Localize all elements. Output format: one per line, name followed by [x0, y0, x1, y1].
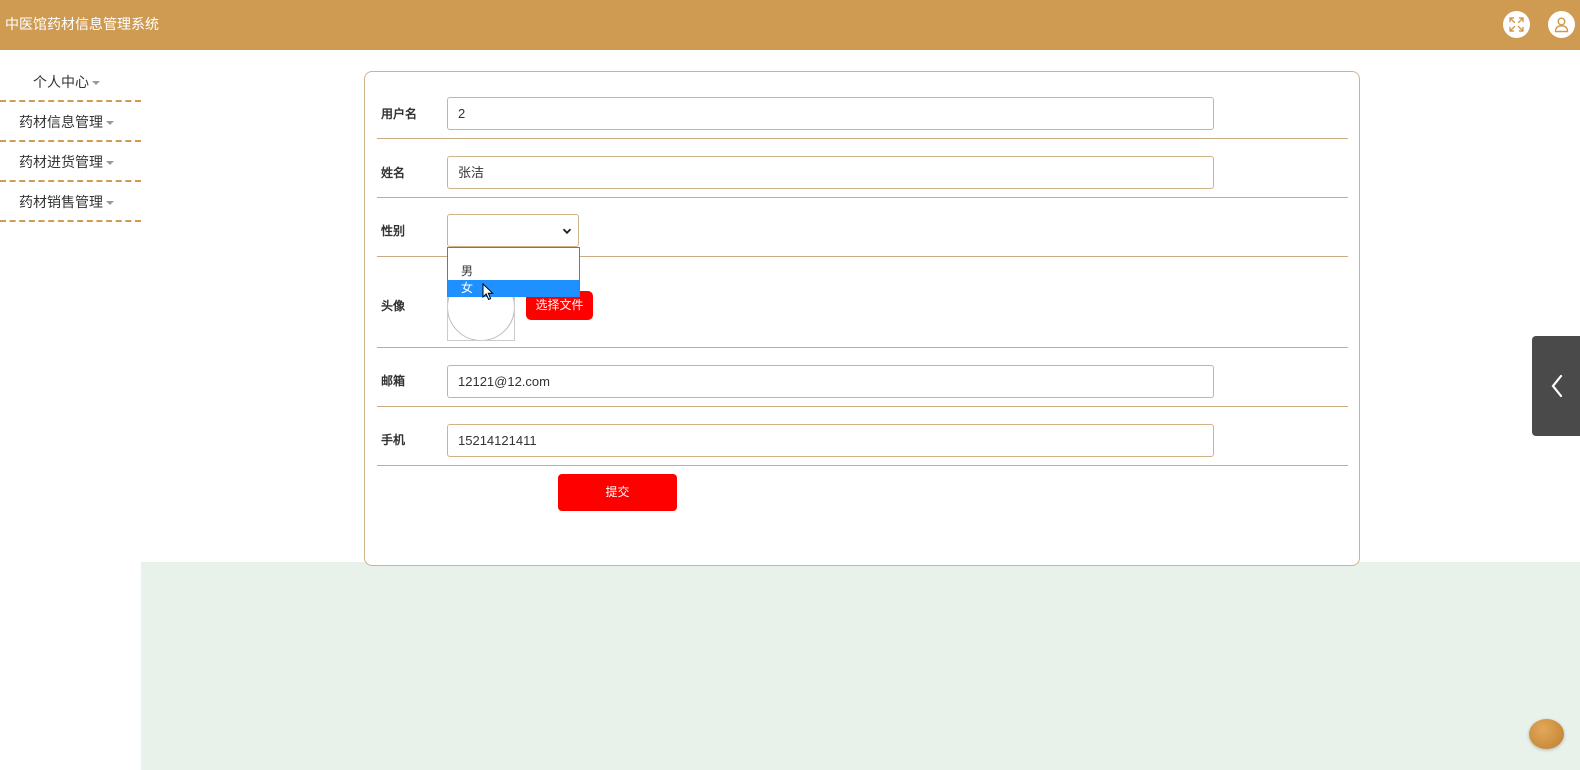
gender-label: 性别	[381, 224, 406, 238]
phone-label: 手机	[381, 433, 406, 447]
sidebar-item-label: 药材销售管理	[19, 194, 103, 210]
chevron-down-icon	[562, 228, 572, 235]
mouse-cursor-icon	[482, 283, 494, 301]
avatar-label: 头像	[381, 299, 406, 313]
row-divider	[377, 347, 1348, 348]
username-input[interactable]: 2	[447, 97, 1214, 130]
row-divider	[377, 406, 1348, 407]
gender-option-male[interactable]: 男	[448, 263, 579, 280]
phone-input[interactable]: 15214121411	[447, 424, 1214, 457]
sidebar-item-label: 药材信息管理	[19, 114, 103, 130]
sidebar-item-herb-purchase[interactable]: 药材进货管理	[0, 142, 141, 182]
sidebar-item-personal-center[interactable]: 个人中心	[0, 62, 141, 102]
profile-form-card: 用户名 2 姓名 张洁 性别 头像 选择文件 邮箱 12121@12.com 手…	[364, 71, 1360, 566]
sidebar-item-herb-info[interactable]: 药材信息管理	[0, 102, 141, 142]
caret-down-icon	[106, 201, 114, 205]
sidebar: 个人中心 药材信息管理 药材进货管理 药材销售管理	[0, 62, 141, 222]
row-divider	[377, 138, 1348, 139]
app-title: 中医馆药材信息管理系统	[5, 16, 159, 32]
top-bar: 中医馆药材信息管理系统	[0, 0, 1580, 50]
expand-arrows-icon	[1509, 17, 1524, 32]
row-divider	[377, 197, 1348, 198]
email-input[interactable]: 12121@12.com	[447, 365, 1214, 398]
name-input[interactable]: 张洁	[447, 156, 1214, 189]
row-divider	[377, 465, 1348, 466]
chevron-left-icon	[1551, 374, 1563, 398]
side-panel-toggle[interactable]	[1532, 336, 1580, 436]
caret-down-icon	[106, 121, 114, 125]
floating-assistant-widget[interactable]	[1529, 719, 1564, 749]
user-icon	[1554, 17, 1569, 33]
username-label: 用户名	[381, 107, 418, 121]
submit-button[interactable]: 提交	[558, 474, 677, 511]
gender-dropdown-list: 男 女	[447, 247, 580, 297]
name-label: 姓名	[381, 166, 406, 180]
email-label: 邮箱	[381, 374, 406, 388]
gender-option-female[interactable]: 女	[448, 280, 579, 297]
sidebar-item-label: 药材进货管理	[19, 154, 103, 170]
content-background	[141, 562, 1580, 770]
caret-down-icon	[106, 161, 114, 165]
gender-select[interactable]	[447, 214, 579, 247]
sidebar-item-label: 个人中心	[33, 74, 89, 90]
sidebar-item-herb-sales[interactable]: 药材销售管理	[0, 182, 141, 222]
fullscreen-button[interactable]	[1503, 11, 1530, 38]
caret-down-icon	[92, 81, 100, 85]
user-menu-button[interactable]	[1548, 11, 1575, 38]
